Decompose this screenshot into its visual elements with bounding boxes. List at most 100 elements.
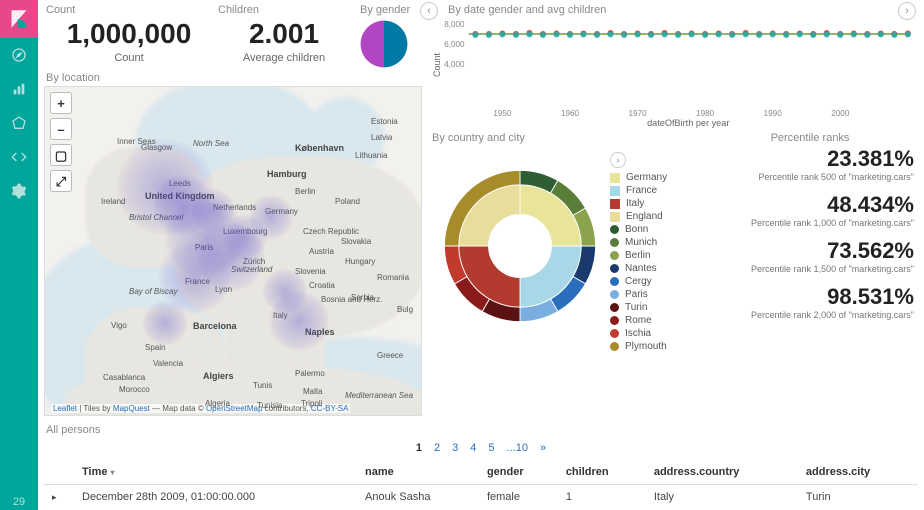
credit-text: | Tiles by: [77, 404, 113, 413]
pager-item[interactable]: 2: [434, 442, 440, 454]
legend-collapse-icon[interactable]: ›: [610, 152, 626, 168]
zoom-in-button[interactable]: +: [50, 92, 72, 114]
map-place-label: Morocco: [119, 385, 150, 394]
legend-swatch: [610, 212, 620, 222]
pager-item[interactable]: ...10: [507, 442, 528, 454]
map-place-label: Palermo: [295, 369, 325, 378]
legend-label: Turin: [625, 302, 647, 313]
bar-chart-icon[interactable]: [0, 72, 38, 106]
legend-item[interactable]: Italy: [610, 198, 667, 209]
legend-item[interactable]: Berlin: [610, 250, 667, 261]
date-panel-title: By date gender and avg children: [448, 4, 918, 16]
pager-item[interactable]: 1: [416, 442, 422, 454]
zoom-out-button[interactable]: –: [50, 118, 72, 140]
persons-panel-title: All persons: [46, 424, 918, 436]
legend-item[interactable]: Turin: [610, 302, 667, 313]
legend-item[interactable]: England: [610, 211, 667, 222]
location-panel-title: By location: [46, 72, 422, 84]
gear-icon[interactable]: [0, 174, 38, 208]
legend-item[interactable]: Plymouth: [610, 341, 667, 352]
legend-label: England: [626, 211, 663, 222]
left-column: Count Children By gender 1,000,000 Count…: [44, 2, 422, 416]
map-hotspot[interactable]: [263, 269, 307, 313]
map-hotspot[interactable]: [191, 189, 235, 233]
persons-table: Time▾namegenderchildrenaddress.countryad…: [44, 460, 918, 509]
crop-button[interactable]: ▢: [50, 144, 72, 166]
metric-header-row: Count Children By gender: [44, 2, 422, 18]
map-place-label: Hamburg: [267, 169, 307, 179]
count-panel-title: Count: [46, 4, 216, 16]
legend-label: Munich: [625, 237, 657, 248]
map-place-label: Poland: [335, 197, 360, 206]
legend-label: France: [626, 185, 657, 196]
table-cell: Anouk Sasha: [357, 485, 479, 510]
fit-button[interactable]: ⤢: [50, 170, 72, 192]
legend-item[interactable]: Cergy: [610, 276, 667, 287]
percentile-label: Percentile rank 500 of "marketing.cars": [704, 172, 914, 182]
map-place-label: Valencia: [153, 359, 183, 368]
mapquest-link[interactable]: MapQuest: [113, 404, 150, 413]
row-expand-icon[interactable]: ▸: [44, 485, 74, 510]
persons-table-panel: All persons 12345...10» Time▾namegenderc…: [44, 424, 918, 509]
legend-item[interactable]: Ischia: [610, 328, 667, 339]
map-controls: + – ▢ ⤢: [50, 92, 72, 196]
table-cell: 1: [558, 485, 646, 510]
pager-item[interactable]: 5: [488, 442, 494, 454]
table-header[interactable]: name: [357, 460, 479, 485]
pager-item[interactable]: 3: [452, 442, 458, 454]
map-place-label: North Sea: [193, 139, 229, 148]
gender-panel-title: By gender: [360, 4, 410, 16]
legend-item[interactable]: France: [610, 185, 667, 196]
svg-text:2000: 2000: [831, 109, 850, 118]
legend-swatch: [610, 342, 619, 351]
table-header[interactable]: address.country: [646, 460, 798, 485]
code-icon[interactable]: [0, 140, 38, 174]
map-place-label: Latvia: [371, 133, 392, 142]
kibana-sidebar: 29: [0, 0, 38, 510]
legend-label: Germany: [626, 172, 667, 183]
table-cell: December 28th 2009, 01:00:00.000: [74, 485, 357, 510]
legend-item[interactable]: Germany: [610, 172, 667, 183]
legend-item[interactable]: Bonn: [610, 224, 667, 235]
map-hotspot[interactable]: [143, 301, 187, 345]
polygon-icon[interactable]: [0, 106, 38, 140]
map-place-label: Casablanca: [103, 373, 145, 382]
table-header[interactable]: address.city: [798, 460, 918, 485]
legend-label: Berlin: [625, 250, 651, 261]
legend-swatch: [610, 264, 619, 273]
gender-pie[interactable]: [354, 18, 414, 70]
leaflet-link[interactable]: Leaflet: [53, 404, 77, 413]
svg-text:1950: 1950: [493, 109, 512, 118]
map-place-label: Hungary: [345, 257, 375, 266]
percentile-label: Percentile rank 1,500 of "marketing.cars…: [704, 264, 914, 274]
legend-item[interactable]: Munich: [610, 237, 667, 248]
table-pager: 12345 ...10 »: [44, 442, 918, 454]
table-row[interactable]: ▸December 28th 2009, 01:00:00.000Anouk S…: [44, 485, 918, 510]
percentile-value: 73.562%: [704, 238, 914, 264]
compass-icon[interactable]: [0, 38, 38, 72]
map-place-label: Estonia: [371, 117, 398, 126]
legend-swatch: [610, 173, 620, 183]
legend-label: Rome: [625, 315, 652, 326]
map-panel[interactable]: Leaflet | Tiles by MapQuest — Map data ©…: [44, 86, 422, 416]
legend-item[interactable]: Nantes: [610, 263, 667, 274]
kibana-logo[interactable]: [0, 0, 38, 38]
map-hotspot[interactable]: [249, 195, 293, 239]
map-place-label: Tunis: [253, 381, 272, 390]
map-place-label: København: [295, 143, 344, 153]
table-header[interactable]: gender: [479, 460, 558, 485]
table-header[interactable]: children: [558, 460, 646, 485]
legend-item[interactable]: Paris: [610, 289, 667, 300]
donut-chart[interactable]: [430, 146, 610, 346]
table-header[interactable]: Time▾: [74, 460, 357, 485]
pager-item[interactable]: 4: [470, 442, 476, 454]
scatter-chart[interactable]: 4,0006,0008,000195019601970198019902000C…: [430, 18, 918, 128]
svg-text:Count: Count: [432, 53, 442, 77]
donut-legend: › Germany France Italy England Bonn Munich Ber…: [610, 146, 667, 352]
pager-item[interactable]: »: [540, 442, 546, 454]
legend-item[interactable]: Rome: [610, 315, 667, 326]
legend-swatch: [610, 290, 619, 299]
percentile-panel: Percentile ranks 23.381%Percentile rank …: [704, 130, 918, 352]
map-place-label: Malta: [303, 387, 323, 396]
map-place-label: Slovakia: [341, 237, 371, 246]
